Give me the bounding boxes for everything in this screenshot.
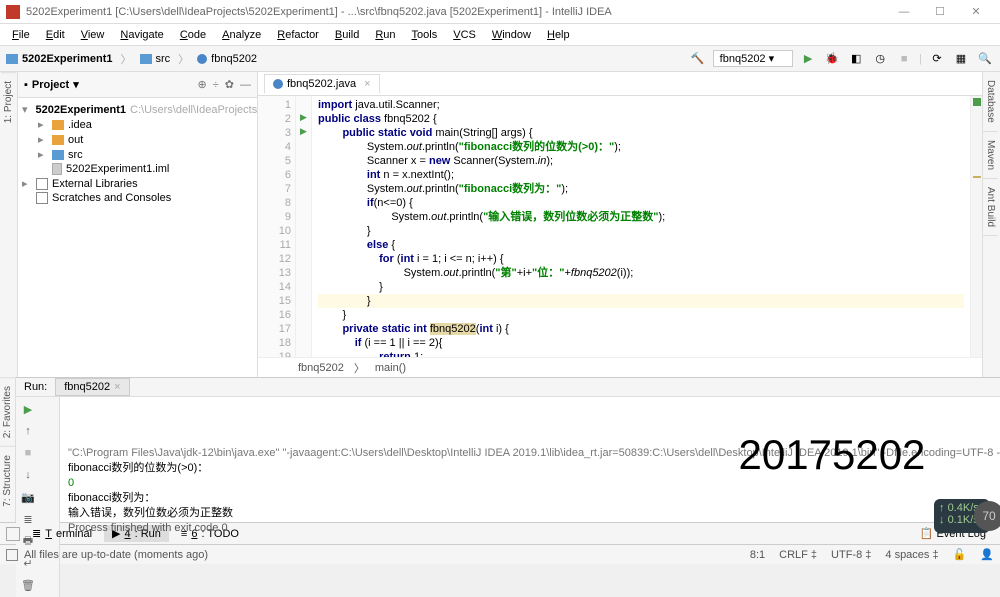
project-tree[interactable]: ▾5202Experiment1 C:\Users\dell\IdeaProje… — [18, 98, 257, 209]
navigation-bar: 5202Experiment1 〉 src 〉 fbnq5202 🔨 fbnq5… — [0, 46, 1000, 72]
class-icon — [273, 79, 283, 89]
tree-item[interactable]: ▾5202Experiment1 C:\Users\dell\IdeaProje… — [18, 102, 257, 117]
project-tool-tab[interactable]: 1: Project — [1, 72, 16, 131]
menu-code[interactable]: Code — [174, 27, 212, 43]
collapse-icon[interactable]: ÷ — [213, 79, 219, 91]
settings-icon[interactable]: ✿ — [225, 78, 234, 91]
crumb-src[interactable]: src — [156, 53, 171, 65]
editor: fbnq5202.java × 123456789101112131415161… — [258, 72, 982, 377]
menu-analyze[interactable]: Analyze — [216, 27, 267, 43]
ant-tab[interactable]: Ant Build — [983, 179, 998, 236]
run-config-tab[interactable]: fbnq5202 × — [55, 378, 129, 396]
down-button[interactable]: ↓ — [20, 467, 36, 483]
menu-refactor[interactable]: Refactor — [271, 27, 325, 43]
profile-button[interactable]: ◷ — [871, 50, 889, 68]
stop-button[interactable]: ■ — [20, 445, 36, 461]
title-bar: 5202Experiment1 [C:\Users\dell\IdeaProje… — [0, 0, 1000, 24]
screenshot-button[interactable]: 📷 — [20, 489, 36, 505]
tree-item[interactable]: Scratches and Consoles — [18, 191, 257, 205]
minimize-button[interactable]: — — [886, 6, 922, 18]
rerun-button[interactable]: ▶ — [20, 401, 36, 417]
menu-edit[interactable]: Edit — [40, 27, 71, 43]
menu-file[interactable]: File — [6, 27, 36, 43]
stop-button[interactable]: ■ — [895, 50, 913, 68]
window-title: 5202Experiment1 [C:\Users\dell\IdeaProje… — [26, 6, 886, 18]
crumb-file[interactable]: fbnq5202 — [211, 53, 257, 65]
coverage-button[interactable]: ◧ — [847, 50, 865, 68]
run-panel-title: Run: — [24, 381, 47, 393]
menu-build[interactable]: Build — [329, 27, 365, 43]
close-tab-icon[interactable]: × — [364, 78, 370, 90]
line-gutter[interactable]: 1234567891011121314151617181920 — [258, 96, 296, 357]
menu-view[interactable]: View — [75, 27, 111, 43]
menu-help[interactable]: Help — [541, 27, 576, 43]
project-panel-title[interactable]: ▪ Project ▾ — [24, 78, 79, 91]
trash-button[interactable]: 🗑 — [20, 577, 36, 593]
status-indicator-icon — [6, 549, 18, 561]
menu-navigate[interactable]: Navigate — [114, 27, 169, 43]
run-config-combo[interactable]: fbnq5202 ▾ — [713, 50, 793, 67]
favorites-tab[interactable]: 2: Favorites — [0, 377, 15, 446]
menu-window[interactable]: Window — [486, 27, 537, 43]
maximize-button[interactable]: ☐ — [922, 5, 958, 18]
tree-item[interactable]: ▸.idea — [18, 117, 257, 132]
build-button[interactable]: 🔨 — [689, 50, 707, 68]
editor-tab-label: fbnq5202.java — [287, 78, 356, 90]
tool-window-toggle[interactable] — [6, 527, 20, 541]
select-opened-icon[interactable]: ⊕ — [198, 78, 207, 91]
menu-run[interactable]: Run — [369, 27, 401, 43]
menu-tools[interactable]: Tools — [406, 27, 444, 43]
database-tab[interactable]: Database — [983, 72, 998, 132]
project-panel: ▪ Project ▾ ⊕ ÷ ✿ — ▾5202Experiment1 C:\… — [18, 72, 258, 377]
up-button[interactable]: ↑ — [20, 423, 36, 439]
network-widget: ↑ 0.4K/s ↓ 0.1K/s 70 — [934, 499, 990, 533]
tree-item[interactable]: 5202Experiment1.iml — [18, 162, 257, 176]
folder-icon — [6, 54, 18, 64]
debug-button[interactable]: 🐞 — [823, 50, 841, 68]
console-output[interactable]: 20175202 "C:\Program Files\Java\jdk-12\b… — [60, 397, 1000, 597]
run-panel: Run: fbnq5202 × ✿ — ▶ ↑ ■ ↓ 📷 ≣ 🖶 ↵ 🗑 20… — [16, 377, 1000, 522]
search-button[interactable]: 🔍 — [976, 50, 994, 68]
app-icon — [6, 5, 20, 19]
hide-icon[interactable]: — — [240, 79, 251, 91]
editor-breadcrumb[interactable]: fbnq5202〉main() — [258, 357, 982, 377]
menu-bar: FileEditViewNavigate CodeAnalyzeRefactorB… — [0, 24, 1000, 46]
breadcrumb[interactable]: 5202Experiment1 〉 src 〉 fbnq5202 — [6, 51, 257, 67]
code-area[interactable]: import java.util.Scanner;public class fb… — [312, 96, 970, 357]
close-button[interactable]: ✕ — [958, 5, 994, 18]
folder-icon — [140, 54, 152, 64]
editor-tab[interactable]: fbnq5202.java × — [264, 74, 380, 93]
maven-tab[interactable]: Maven — [983, 132, 998, 179]
watermark: 20175202 — [739, 447, 926, 462]
run-toolbar: ▶ ↑ ■ ↓ 📷 ≣ 🖶 ↵ 🗑 — [16, 397, 60, 597]
right-tool-tabs: Database Maven Ant Build — [982, 72, 1000, 377]
update-button[interactable]: ⟳ — [928, 50, 946, 68]
left-tool-tabs-lower: 2: Favorites 7: Structure — [0, 377, 16, 522]
run-gutter[interactable]: ▶▶ — [296, 96, 312, 357]
structure-tab[interactable]: 7: Structure — [0, 446, 15, 515]
structure-button[interactable]: ▦ — [952, 50, 970, 68]
tree-item[interactable]: ▸src — [18, 147, 257, 162]
tree-item[interactable]: ▸out — [18, 132, 257, 147]
left-tool-tabs: 1: Project — [0, 72, 18, 377]
run-button[interactable]: ▶ — [799, 50, 817, 68]
crumb-project[interactable]: 5202Experiment1 — [22, 53, 113, 65]
class-icon — [197, 54, 207, 64]
error-stripe[interactable] — [970, 96, 982, 357]
menu-vcs[interactable]: VCS — [447, 27, 482, 43]
tree-item[interactable]: ▸External Libraries — [18, 176, 257, 191]
